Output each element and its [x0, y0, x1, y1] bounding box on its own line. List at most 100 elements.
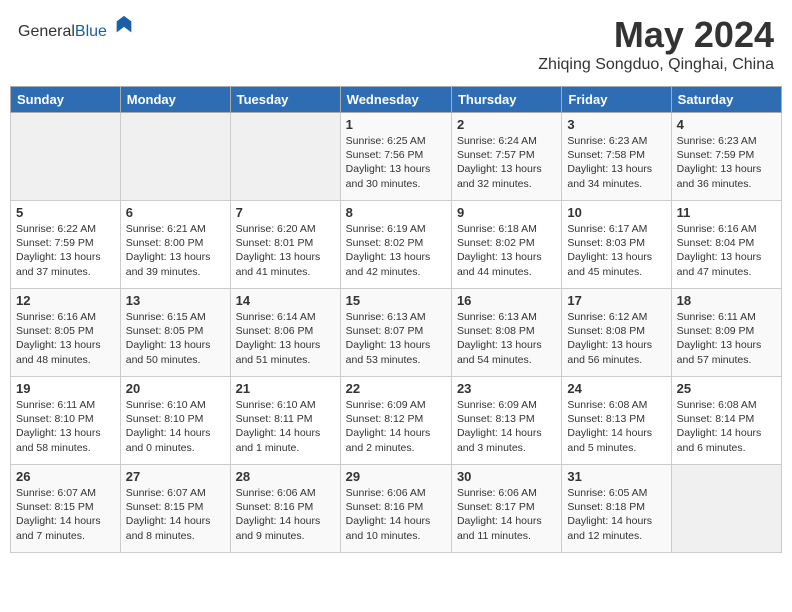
day-number: 8: [346, 205, 446, 220]
day-info: Sunrise: 6:05 AMSunset: 8:18 PMDaylight:…: [567, 486, 665, 543]
day-number: 6: [126, 205, 225, 220]
day-info: Sunrise: 6:06 AMSunset: 8:16 PMDaylight:…: [346, 486, 446, 543]
day-number: 26: [16, 469, 115, 484]
day-info: Sunrise: 6:08 AMSunset: 8:14 PMDaylight:…: [677, 398, 776, 455]
calendar-cell: 2 Sunrise: 6:24 AMSunset: 7:57 PMDaylight…: [451, 113, 561, 201]
day-number: 7: [236, 205, 335, 220]
weekday-header-saturday: Saturday: [671, 87, 781, 113]
day-info: Sunrise: 6:07 AMSunset: 8:15 PMDaylight:…: [16, 486, 115, 543]
calendar-cell: 21Sunrise: 6:10 AMSunset: 8:11 PMDayligh…: [230, 377, 340, 465]
logo: GeneralBlue: [18, 14, 135, 41]
calendar-week-row: 19Sunrise: 6:11 AMSunset: 8:10 PMDayligh…: [11, 377, 782, 465]
logo-general: General: [18, 23, 75, 40]
day-number: 1: [346, 117, 446, 132]
day-number: 2: [457, 117, 556, 132]
day-info: Sunrise: 6:09 AMSunset: 8:12 PMDaylight:…: [346, 398, 446, 455]
calendar-week-row: 1 Sunrise: 6:25 AMSunset: 7:56 PMDaylight…: [11, 113, 782, 201]
day-number: 19: [16, 381, 115, 396]
calendar-cell: 5Sunrise: 6:22 AMSunset: 7:59 PMDaylight…: [11, 201, 121, 289]
weekday-header-thursday: Thursday: [451, 87, 561, 113]
day-info: Sunrise: 6:23 AMSunset: 7:59 PMDaylight:…: [677, 134, 776, 191]
day-info: Sunrise: 6:16 AMSunset: 8:05 PMDaylight:…: [16, 310, 115, 367]
day-info: Sunrise: 6:20 AMSunset: 8:01 PMDaylight:…: [236, 222, 335, 279]
calendar-week-row: 5Sunrise: 6:22 AMSunset: 7:59 PMDaylight…: [11, 201, 782, 289]
calendar-cell: 31Sunrise: 6:05 AMSunset: 8:18 PMDayligh…: [562, 465, 671, 553]
day-info: Sunrise: 6:13 AMSunset: 8:07 PMDaylight:…: [346, 310, 446, 367]
weekday-header-monday: Monday: [120, 87, 230, 113]
calendar-cell: 25 Sunrise: 6:08 AMSunset: 8:14 PMDayligh…: [671, 377, 781, 465]
calendar-cell: 27 Sunrise: 6:07 AMSunset: 8:15 PMDayligh…: [120, 465, 230, 553]
day-info: Sunrise: 6:25 AMSunset: 7:56 PMDaylight:…: [346, 134, 446, 191]
calendar-cell: 11Sunrise: 6:16 AMSunset: 8:04 PMDayligh…: [671, 201, 781, 289]
day-info: Sunrise: 6:24 AMSunset: 7:57 PMDaylight:…: [457, 134, 556, 191]
calendar-cell: 20 Sunrise: 6:10 AMSunset: 8:10 PMDayligh…: [120, 377, 230, 465]
calendar-cell: 23 Sunrise: 6:09 AMSunset: 8:13 PMDayligh…: [451, 377, 561, 465]
logo-icon: [113, 14, 135, 36]
calendar-cell: [230, 113, 340, 201]
day-info: Sunrise: 6:16 AMSunset: 8:04 PMDaylight:…: [677, 222, 776, 279]
day-number: 10: [567, 205, 665, 220]
day-info: Sunrise: 6:18 AMSunset: 8:02 PMDaylight:…: [457, 222, 556, 279]
day-info: Sunrise: 6:10 AMSunset: 8:10 PMDaylight:…: [126, 398, 225, 455]
day-number: 20: [126, 381, 225, 396]
day-info: Sunrise: 6:22 AMSunset: 7:59 PMDaylight:…: [16, 222, 115, 279]
title-block: May 2024 Zhiqing Songduo, Qinghai, China: [538, 14, 774, 74]
day-info: Sunrise: 6:09 AMSunset: 8:13 PMDaylight:…: [457, 398, 556, 455]
calendar-cell: 29 Sunrise: 6:06 AMSunset: 8:16 PMDayligh…: [340, 465, 451, 553]
day-number: 9: [457, 205, 556, 220]
day-number: 4: [677, 117, 776, 132]
day-info: Sunrise: 6:23 AMSunset: 7:58 PMDaylight:…: [567, 134, 665, 191]
day-number: 17: [567, 293, 665, 308]
day-info: Sunrise: 6:13 AMSunset: 8:08 PMDaylight:…: [457, 310, 556, 367]
calendar-cell: 1 Sunrise: 6:25 AMSunset: 7:56 PMDaylight…: [340, 113, 451, 201]
calendar-cell: 12 Sunrise: 6:16 AMSunset: 8:05 PMDayligh…: [11, 289, 121, 377]
calendar-cell: 3Sunrise: 6:23 AMSunset: 7:58 PMDaylight…: [562, 113, 671, 201]
day-info: Sunrise: 6:21 AMSunset: 8:00 PMDaylight:…: [126, 222, 225, 279]
day-number: 23: [457, 381, 556, 396]
day-number: 22: [346, 381, 446, 396]
calendar-cell: 13Sunrise: 6:15 AMSunset: 8:05 PMDayligh…: [120, 289, 230, 377]
day-info: Sunrise: 6:08 AMSunset: 8:13 PMDaylight:…: [567, 398, 665, 455]
calendar-cell: 22 Sunrise: 6:09 AMSunset: 8:12 PMDayligh…: [340, 377, 451, 465]
day-number: 14: [236, 293, 335, 308]
calendar-cell: 16 Sunrise: 6:13 AMSunset: 8:08 PMDayligh…: [451, 289, 561, 377]
calendar-table: SundayMondayTuesdayWednesdayThursdayFrid…: [10, 86, 782, 553]
day-number: 16: [457, 293, 556, 308]
weekday-header-tuesday: Tuesday: [230, 87, 340, 113]
calendar-header-row: SundayMondayTuesdayWednesdayThursdayFrid…: [11, 87, 782, 113]
day-number: 12: [16, 293, 115, 308]
calendar-cell: [120, 113, 230, 201]
day-number: 18: [677, 293, 776, 308]
day-info: Sunrise: 6:11 AMSunset: 8:09 PMDaylight:…: [677, 310, 776, 367]
day-number: 25: [677, 381, 776, 396]
day-number: 24: [567, 381, 665, 396]
logo-blue: Blue: [75, 23, 107, 40]
page-header: GeneralBlue May 2024 Zhiqing Songduo, Qi…: [10, 10, 782, 78]
weekday-header-friday: Friday: [562, 87, 671, 113]
day-number: 30: [457, 469, 556, 484]
day-number: 15: [346, 293, 446, 308]
calendar-cell: 15 Sunrise: 6:13 AMSunset: 8:07 PMDayligh…: [340, 289, 451, 377]
logo-text: GeneralBlue: [18, 14, 135, 41]
calendar-cell: 9 Sunrise: 6:18 AMSunset: 8:02 PMDaylight…: [451, 201, 561, 289]
calendar-cell: [671, 465, 781, 553]
calendar-cell: 4 Sunrise: 6:23 AMSunset: 7:59 PMDaylight…: [671, 113, 781, 201]
calendar-cell: [11, 113, 121, 201]
day-info: Sunrise: 6:14 AMSunset: 8:06 PMDaylight:…: [236, 310, 335, 367]
location-title: Zhiqing Songduo, Qinghai, China: [538, 56, 774, 74]
calendar-cell: 18 Sunrise: 6:11 AMSunset: 8:09 PMDayligh…: [671, 289, 781, 377]
day-number: 29: [346, 469, 446, 484]
calendar-cell: 30Sunrise: 6:06 AMSunset: 8:17 PMDayligh…: [451, 465, 561, 553]
day-number: 28: [236, 469, 335, 484]
day-info: Sunrise: 6:07 AMSunset: 8:15 PMDaylight:…: [126, 486, 225, 543]
calendar-cell: 28Sunrise: 6:06 AMSunset: 8:16 PMDayligh…: [230, 465, 340, 553]
day-info: Sunrise: 6:10 AMSunset: 8:11 PMDaylight:…: [236, 398, 335, 455]
weekday-header-wednesday: Wednesday: [340, 87, 451, 113]
day-info: Sunrise: 6:15 AMSunset: 8:05 PMDaylight:…: [126, 310, 225, 367]
month-title: May 2024: [538, 14, 774, 56]
day-number: 27: [126, 469, 225, 484]
calendar-cell: 17Sunrise: 6:12 AMSunset: 8:08 PMDayligh…: [562, 289, 671, 377]
calendar-cell: 7 Sunrise: 6:20 AMSunset: 8:01 PMDaylight…: [230, 201, 340, 289]
weekday-header-sunday: Sunday: [11, 87, 121, 113]
calendar-cell: 24 Sunrise: 6:08 AMSunset: 8:13 PMDayligh…: [562, 377, 671, 465]
